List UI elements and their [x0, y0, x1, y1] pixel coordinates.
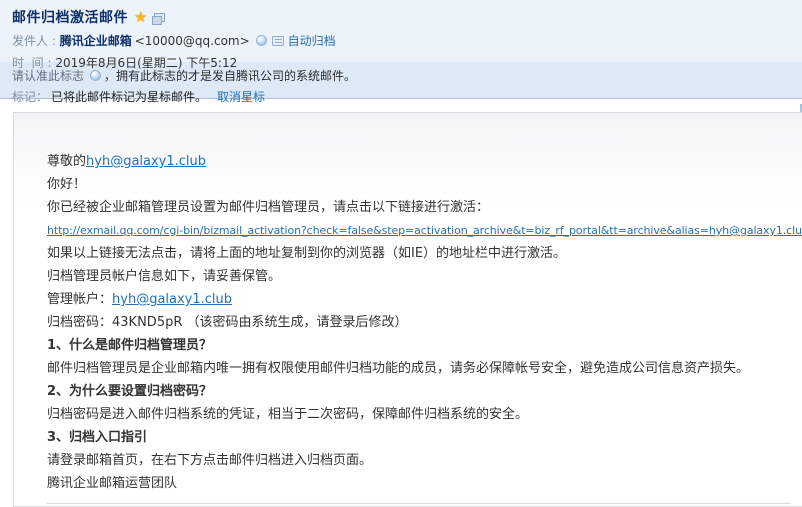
- notice-prefix: 请认准此标志: [12, 67, 84, 84]
- salutation-line: 尊敬的hyh@galaxy1.club: [47, 150, 791, 173]
- archive-icon: [272, 36, 284, 46]
- anti-phishing-notice: 请认准此标志 ，拥有此标志的才是发自腾讯公司的系统邮件。: [12, 67, 790, 84]
- q2-heading: 2、为什么要设置归档密码？: [47, 380, 791, 403]
- cancel-star-link[interactable]: 取消星标: [217, 88, 265, 105]
- tencent-system-badge-icon: [256, 35, 267, 46]
- tag-label: 标记：: [12, 88, 48, 105]
- subject-row: 邮件归档激活邮件 ★: [12, 7, 790, 27]
- account-label: 管理帐户：: [47, 292, 112, 307]
- auto-archive-link[interactable]: 自动归档: [288, 32, 336, 49]
- intro-line: 你已经被企业邮箱管理员设置为邮件归档管理员，请点击以下链接进行激活：: [47, 196, 791, 219]
- account-line: 管理帐户：hyh@galaxy1.club: [47, 288, 791, 311]
- account-info-line: 归档管理员帐户信息如下，请妥善保管。: [47, 265, 791, 288]
- account-email-link[interactable]: hyh@galaxy1.club: [112, 292, 232, 307]
- activation-url-link[interactable]: http://exmail.qq.com/cgi-bin/bizmail_act…: [47, 219, 802, 242]
- salutation-prefix: 尊敬的: [47, 154, 86, 169]
- mail-body-panel: 尊敬的hyh@galaxy1.club 你好！ 你已经被企业邮箱管理员设置为邮件…: [13, 112, 802, 507]
- q3-heading: 3、归档入口指引: [47, 426, 791, 449]
- tencent-system-badge-icon: [90, 70, 101, 81]
- password-label: 归档密码：: [47, 315, 112, 330]
- greeting-line: 你好！: [47, 173, 791, 196]
- mail-header: 邮件归档激活邮件 ★ 发件人 : 腾讯企业邮箱 <10000@qq.com> 自…: [0, 0, 802, 62]
- tag-text: 已将此邮件标记为星标邮件。: [51, 88, 207, 105]
- fallback-line: 如果以上链接无法点击，请将上面的地址复制到你的浏览器（如IE）的地址栏中进行激活…: [47, 242, 791, 265]
- activation-url-line: http://exmail.qq.com/cgi-bin/bizmail_act…: [47, 219, 791, 242]
- sender-row: 发件人 : 腾讯企业邮箱 <10000@qq.com> 自动归档: [12, 32, 790, 49]
- star-tag-row: 标记： 已将此邮件标记为星标邮件。 取消星标: [12, 88, 790, 105]
- star-icon[interactable]: ★: [134, 8, 147, 26]
- open-in-new-window-icon[interactable]: [154, 13, 165, 22]
- sender-address[interactable]: <10000@qq.com>: [135, 34, 250, 48]
- q2-text: 归档密码是进入邮件归档系统的凭证，相当于二次密码，保障邮件归档系统的安全。: [47, 403, 791, 426]
- notice-suffix: ，拥有此标志的才是发自腾讯公司的系统邮件。: [104, 67, 356, 84]
- password-value: 43KND5pR: [112, 315, 182, 330]
- q3-text: 请登录邮箱首页，在右下方点击邮件归档进入归档页面。: [47, 449, 791, 472]
- salutation-email-link[interactable]: hyh@galaxy1.club: [86, 154, 206, 169]
- password-note: （该密码由系统生成，请登录后修改）: [182, 315, 407, 330]
- q1-heading: 1、什么是邮件归档管理员？: [47, 334, 791, 357]
- from-label: 发件人 :: [12, 32, 60, 49]
- sender-name[interactable]: 腾讯企业邮箱: [60, 32, 132, 49]
- signature-line: 腾讯企业邮箱运营团队: [47, 472, 791, 495]
- password-line: 归档密码：43KND5pR （该密码由系统生成，请登录后修改）: [47, 311, 791, 334]
- notice-bar: 请认准此标志 ，拥有此标志的才是发自腾讯公司的系统邮件。 标记： 已将此邮件标记…: [0, 62, 802, 99]
- mail-subject: 邮件归档激活邮件: [12, 7, 128, 27]
- footer-divider: [47, 503, 791, 504]
- q1-text: 邮件归档管理员是企业邮箱内唯一拥有权限使用邮件归档功能的成员，请务必保障帐号安全…: [47, 357, 791, 380]
